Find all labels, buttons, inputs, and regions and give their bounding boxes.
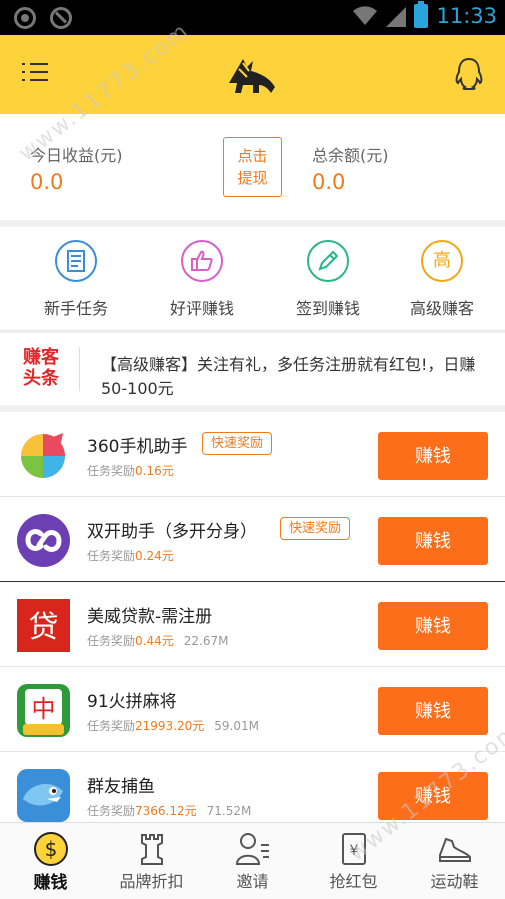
- category-advanced[interactable]: 高 高级赚客: [379, 227, 505, 331]
- nav-invite[interactable]: 邀请: [202, 823, 303, 899]
- horse-logo-icon: [229, 59, 275, 93]
- earn-button[interactable]: 赚钱: [378, 772, 488, 820]
- reward-amount: 21993.20元: [135, 719, 205, 733]
- qq-penguin-icon[interactable]: [455, 57, 483, 91]
- task-row[interactable]: 群友捕鱼 任务奖励7366.12元 71.52M 赚钱: [0, 752, 505, 822]
- svg-text:贷: 贷: [29, 610, 59, 645]
- reward-label: 任务奖励: [87, 549, 136, 563]
- withdraw-label-line1: 点击: [237, 147, 268, 165]
- sneaker-icon: [439, 837, 471, 862]
- svg-text:中: 中: [32, 695, 56, 723]
- thumbs-up-icon: [181, 240, 223, 282]
- task-name: 美威贷款-需注册: [87, 607, 213, 627]
- task-name: 360手机助手: [87, 437, 188, 457]
- category-label: 签到赚钱: [295, 299, 360, 318]
- reward-amount: 0.16元: [135, 464, 174, 478]
- task-row[interactable]: 中 91火拼麻将 任务奖励21993.20元 59.01M 赚钱: [0, 667, 505, 752]
- dollar-coin-icon: $: [34, 832, 68, 866]
- app-size: 71.52M: [206, 804, 252, 818]
- invite-person-icon: [235, 833, 269, 865]
- fast-reward-badge: 快速奖励: [202, 432, 273, 455]
- news-logo: 赚客 头条: [20, 347, 62, 391]
- nav-label: 赚钱: [33, 873, 68, 893]
- task-name: 91火拼麻将: [87, 692, 177, 712]
- balance-value: 0.0: [312, 170, 346, 194]
- reward-amount: 7366.12元: [135, 804, 197, 818]
- nav-sneakers[interactable]: 运动鞋: [404, 823, 505, 899]
- nav-label: 抢红包: [329, 872, 378, 891]
- task-reward: 任务奖励0.16元: [87, 462, 174, 479]
- task-name: 群友捕鱼: [87, 777, 155, 797]
- reward-label: 任务奖励: [87, 719, 136, 733]
- news-ticker[interactable]: 赚客 头条 【高级赚客】关注有礼，多任务注册就有红包!，日赚50-100元: [0, 333, 505, 405]
- svg-text:$: $: [45, 837, 58, 861]
- withdraw-label-line2: 提现: [237, 169, 268, 187]
- today-earnings-value: 0.0: [30, 170, 64, 194]
- app-360-icon: [17, 429, 70, 482]
- nav-label: 邀请: [236, 872, 269, 891]
- earn-button[interactable]: 赚钱: [378, 602, 488, 650]
- status-clock: 11:33: [436, 4, 497, 28]
- category-sign-in[interactable]: 签到赚钱: [265, 227, 391, 331]
- nav-red-envelope[interactable]: ¥ 抢红包: [303, 823, 404, 899]
- task-reward: 任务奖励0.44元 22.67M: [87, 632, 228, 649]
- category-bar: 新手任务 好评赚钱 签到赚钱 高 高级赚客: [0, 227, 505, 331]
- reward-amount: 0.44元: [135, 634, 174, 648]
- divider: [79, 347, 80, 391]
- news-text[interactable]: 【高级赚客】关注有礼，多任务注册就有红包!，日赚50-100元: [101, 353, 481, 401]
- status-bar: 11:33: [0, 0, 505, 35]
- balance-label: 总余额(元): [312, 146, 389, 165]
- reward-label: 任务奖励: [87, 634, 136, 648]
- reward-label: 任务奖励: [87, 464, 136, 478]
- earn-button[interactable]: 赚钱: [378, 432, 488, 480]
- bottom-navigation: $ 赚钱 品牌折扣 邀请 ¥ 抢红包 运动鞋: [0, 822, 505, 899]
- earn-button[interactable]: 赚钱: [378, 517, 488, 565]
- fast-reward-badge: 快速奖励: [280, 517, 351, 540]
- app-size: 22.67M: [183, 634, 229, 648]
- svg-text:¥: ¥: [350, 843, 359, 859]
- app-dual-open-icon: [17, 514, 70, 567]
- today-earnings-label: 今日收益(元): [30, 146, 123, 165]
- app-mahjong-icon: 中: [17, 684, 70, 737]
- nav-label: 运动鞋: [430, 872, 479, 891]
- earn-button[interactable]: 赚钱: [378, 687, 488, 735]
- category-newbie-tasks[interactable]: 新手任务: [13, 227, 139, 331]
- chess-rook-icon: [141, 834, 163, 865]
- menu-icon[interactable]: [22, 61, 48, 83]
- category-label: 高级赚客: [409, 299, 474, 318]
- app-header: [0, 35, 505, 114]
- task-row[interactable]: 双开助手（多开分身） 快速奖励 任务奖励0.24元 赚钱: [0, 497, 505, 582]
- news-logo-line2: 头条: [23, 368, 59, 389]
- task-name: 双开助手（多开分身）: [87, 522, 257, 542]
- app-loan-icon: 贷: [17, 599, 70, 652]
- task-row[interactable]: 贷 美威贷款-需注册 任务奖励0.44元 22.67M 赚钱: [0, 582, 505, 667]
- blocked-icon: [50, 7, 72, 29]
- category-good-review[interactable]: 好评赚钱: [139, 227, 265, 331]
- reward-label: 任务奖励: [87, 804, 136, 818]
- task-list: 360手机助手 快速奖励 任务奖励0.16元 赚钱 双开助手（多开分身） 快速奖…: [0, 412, 505, 822]
- gps-icon: [14, 7, 36, 29]
- wifi-icon: [353, 6, 378, 25]
- task-reward: 任务奖励7366.12元 71.52M: [87, 802, 251, 819]
- nav-brand-discount[interactable]: 品牌折扣: [101, 823, 202, 899]
- nav-label: 品牌折扣: [119, 872, 184, 891]
- signal-icon: [386, 7, 407, 27]
- gao-icon: 高: [421, 240, 463, 282]
- category-label: 新手任务: [43, 299, 108, 318]
- newspaper-icon: [55, 240, 97, 282]
- task-row[interactable]: 360手机助手 快速奖励 任务奖励0.16元 赚钱: [0, 412, 505, 497]
- red-envelope-icon: ¥: [342, 833, 366, 865]
- reward-amount: 0.24元: [135, 549, 174, 563]
- category-label: 好评赚钱: [169, 299, 234, 318]
- app-size: 59.01M: [214, 719, 259, 733]
- withdraw-button[interactable]: 点击 提现: [223, 137, 282, 197]
- earnings-panel: 今日收益(元) 0.0 点击 提现 总余额(元) 0.0: [0, 114, 505, 220]
- nav-earn[interactable]: $ 赚钱: [0, 823, 101, 899]
- pencil-icon: [307, 240, 349, 282]
- task-reward: 任务奖励21993.20元 59.01M: [87, 717, 259, 734]
- battery-icon: [414, 1, 429, 28]
- app-fishing-icon: [17, 769, 70, 822]
- news-logo-line1: 赚客: [23, 347, 59, 368]
- task-reward: 任务奖励0.24元: [87, 547, 174, 564]
